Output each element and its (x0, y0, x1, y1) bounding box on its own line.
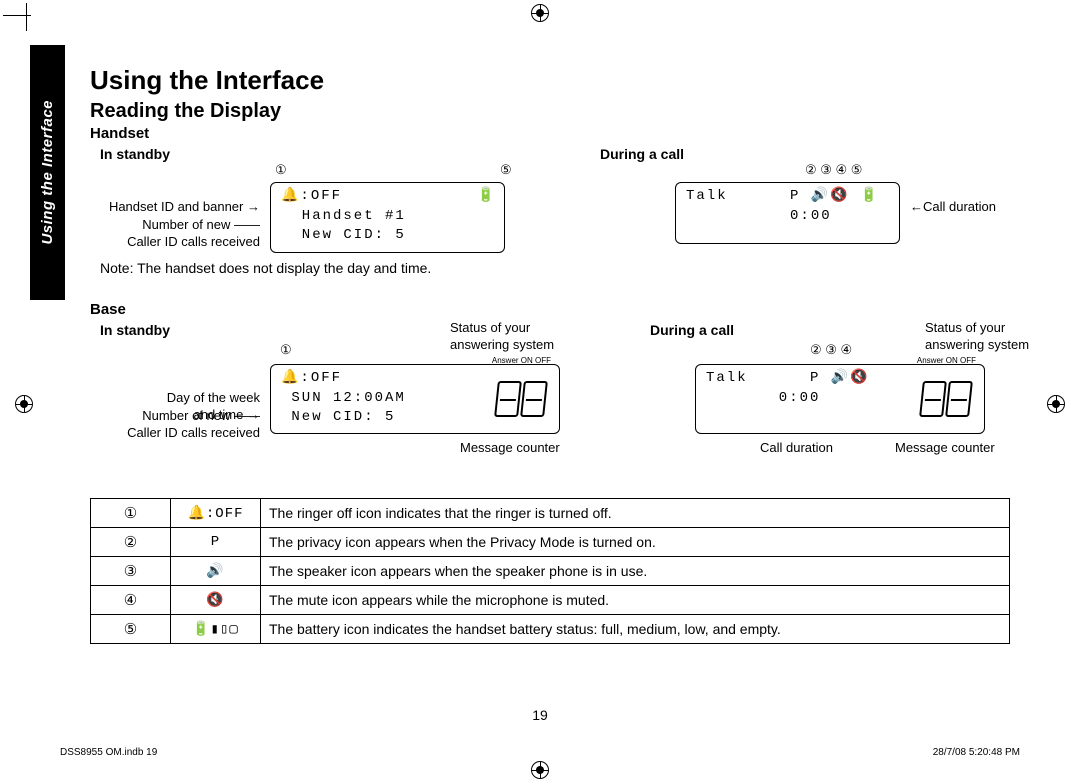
registration-mark (531, 4, 549, 22)
legend-icon: 🔔:OFF (171, 499, 261, 528)
handset-during-lcd: Talk P 🔊🔇 🔋 0:00 (675, 182, 900, 244)
crop-mark (26, 3, 27, 31)
base-heading: Base (90, 301, 1010, 318)
message-counter-display (491, 373, 551, 425)
table-row: ③ 🔊 The speaker icon appears when the sp… (91, 557, 1010, 586)
page-title: Using the Interface (90, 65, 1010, 96)
callout-msg-counter: Message counter (460, 440, 560, 457)
callout-status2: Status of your answering system (925, 320, 1029, 354)
table-row: ⑤ 🔋▮▯▢ The battery icon indicates the ha… (91, 615, 1010, 644)
handset-heading: Handset (90, 125, 1010, 142)
answer-on-off-label2: Answer ON OFF (917, 355, 976, 366)
table-row: ④ 🔇 The mute icon appears while the micr… (91, 586, 1010, 615)
callout-handset-id: Handset ID and banner (109, 199, 243, 214)
lcd-line: New CID: 5 (281, 226, 494, 246)
handset-note: Note: The handset does not display the d… (100, 260, 560, 276)
legend-desc: The privacy icon appears when the Privac… (261, 528, 1010, 557)
registration-mark (531, 761, 549, 779)
marker-5: ⑤ (500, 162, 512, 179)
section-heading: Reading the Display (90, 100, 1010, 123)
message-counter-display2 (916, 373, 976, 425)
footer-file: DSS8955 OM.indb 19 (60, 747, 157, 758)
answer-on-off-label: Answer ON OFF (492, 355, 551, 366)
handset-standby-lcd: 🔔:OFF 🔋 Handset #1 New CID: 5 (270, 182, 505, 253)
legend-desc: The speaker icon appears when the speake… (261, 557, 1010, 586)
lcd-line: 0:00 (686, 207, 889, 227)
legend-desc: The ringer off icon indicates that the r… (261, 499, 1010, 528)
legend-num: ③ (91, 557, 171, 586)
legend-icon: 🔊 (171, 557, 261, 586)
section-tab-label: Using the Interface (39, 100, 56, 245)
legend-desc: The battery icon indicates the handset b… (261, 615, 1010, 644)
legend-num: ④ (91, 586, 171, 615)
callout-call-duration2: Call duration (760, 440, 833, 457)
legend-icon: 🔋▮▯▢ (171, 615, 261, 644)
table-row: ① 🔔:OFF The ringer off icon indicates th… (91, 499, 1010, 528)
section-tab: Using the Interface (30, 45, 65, 300)
page-number: 19 (0, 707, 1080, 723)
marker-1b: ① (280, 342, 292, 359)
lcd-line: 🔔:OFF 🔋 (281, 187, 494, 207)
icon-legend-table: ① 🔔:OFF The ringer off icon indicates th… (90, 498, 1010, 644)
callout-call-duration: Call duration (923, 199, 996, 214)
callout-status: Status of your answering system (450, 320, 554, 354)
base-standby-lcd: Answer ON OFF 🔔:OFF SUN 12:00AM New CID:… (270, 364, 560, 434)
legend-icon: P (171, 528, 261, 557)
base-during-lcd: Answer ON OFF Talk P 🔊🔇 0:00 (695, 364, 985, 434)
page-content: Using the Interface Reading the Display … (90, 65, 1010, 644)
legend-num: ① (91, 499, 171, 528)
callout-newcid-a: Number of new (142, 408, 230, 423)
legend-num: ⑤ (91, 615, 171, 644)
handset-standby-heading: In standby (100, 146, 530, 162)
markers-2345: ② ③ ④ ⑤ (805, 162, 862, 179)
markers-234: ② ③ ④ (810, 342, 852, 359)
callout-new-cid-b: Caller ID calls received (127, 234, 260, 249)
callout-msg-counter2: Message counter (895, 440, 995, 457)
handset-during-heading: During a call (600, 146, 1010, 162)
lcd-line: Talk P 🔊🔇 🔋 (686, 187, 889, 207)
callout-newcid-b: Caller ID calls received (127, 425, 260, 440)
table-row: ② P The privacy icon appears when the Pr… (91, 528, 1010, 557)
registration-mark (1047, 395, 1065, 413)
footer-timestamp: 28/7/08 5:20:48 PM (933, 747, 1020, 758)
legend-desc: The mute icon appears while the micropho… (261, 586, 1010, 615)
callout-new-cid-a: Number of new (142, 217, 230, 232)
legend-icon: 🔇 (171, 586, 261, 615)
lcd-line: Handset #1 (281, 207, 494, 227)
legend-num: ② (91, 528, 171, 557)
registration-mark (15, 395, 33, 413)
marker-1: ① (275, 162, 287, 179)
